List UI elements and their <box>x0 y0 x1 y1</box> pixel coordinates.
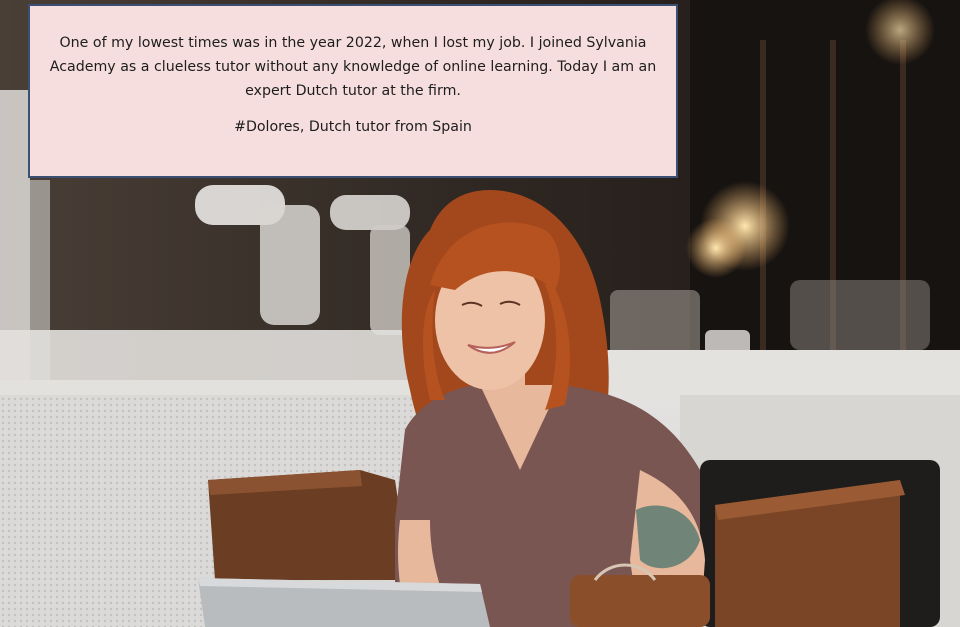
testimonial-text: One of my lowest times was in the year 2… <box>49 35 657 99</box>
handbag <box>570 575 710 627</box>
photo-scene: One of my lowest times was in the year 2… <box>0 0 960 627</box>
testimonial-signature: #Dolores, Dutch tutor from Spain <box>234 119 472 135</box>
testimonial-box: One of my lowest times was in the year 2… <box>28 4 678 178</box>
